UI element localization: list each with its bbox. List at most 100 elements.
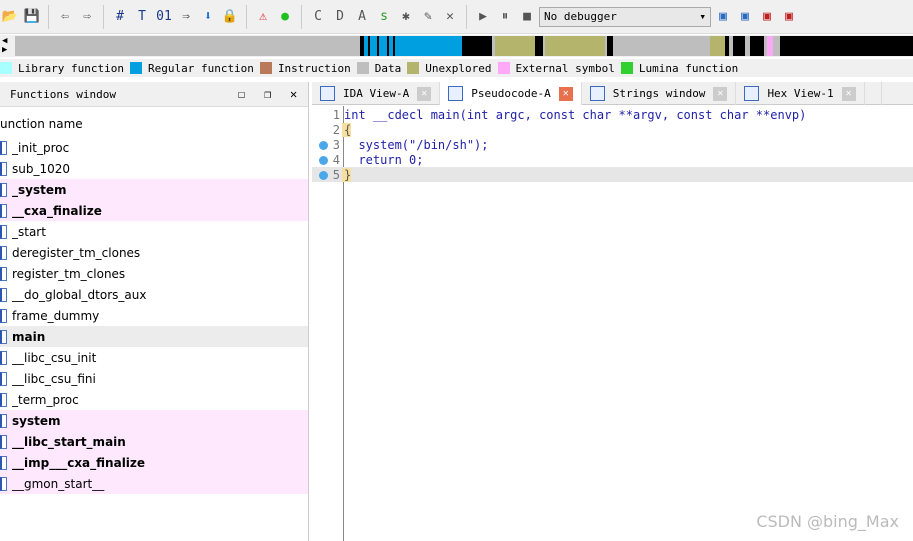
function-row[interactable]: system xyxy=(0,410,308,431)
function-row[interactable]: deregister_tm_clones xyxy=(0,242,308,263)
functions-window-header: Functions window ☐ ❐ ✕ xyxy=(0,82,308,107)
breakpoint-dot-icon[interactable] xyxy=(319,155,328,165)
breakpoint-dot-icon[interactable] xyxy=(319,170,328,180)
search-binary-icon[interactable]: 01 xyxy=(154,7,174,27)
debugger-select[interactable]: No debugger ▾ xyxy=(539,6,711,27)
code-text: int __cdecl main(int argc, const char **… xyxy=(344,107,807,122)
breakpoint-list-icon[interactable]: ▣ xyxy=(757,7,777,27)
pseudocode-view[interactable]: 1 int __cdecl main(int argc, const char *… xyxy=(312,106,913,541)
attach-icon[interactable]: ▣ xyxy=(713,7,733,27)
save-icon[interactable]: 💾 xyxy=(22,7,42,27)
code-line[interactable]: 2{ xyxy=(312,122,913,137)
green-circle-icon[interactable]: ● xyxy=(275,7,295,27)
function-icon xyxy=(0,392,7,407)
legend-swatch xyxy=(407,62,420,74)
tab-overflow[interactable] xyxy=(865,82,882,105)
back-icon[interactable]: ⇦ xyxy=(55,7,75,27)
legend-item: Library function xyxy=(0,62,124,75)
forward-icon[interactable]: ⇨ xyxy=(77,7,97,27)
function-icon xyxy=(0,413,7,428)
data-icon[interactable]: D xyxy=(330,7,350,27)
navigation-band[interactable]: ◀ ▶ xyxy=(0,35,913,57)
close-tab-icon[interactable]: ✕ xyxy=(558,86,573,101)
function-row[interactable]: __do_global_dtors_aux xyxy=(0,284,308,305)
function-row[interactable]: __libc_start_main xyxy=(0,431,308,452)
function-icon xyxy=(0,182,7,197)
nav-strip[interactable] xyxy=(15,36,913,56)
function-row[interactable]: frame_dummy xyxy=(0,305,308,326)
restore-icon[interactable]: ❐ xyxy=(264,87,271,101)
ascii-icon[interactable]: A xyxy=(352,7,372,27)
star-icon[interactable]: ✱ xyxy=(396,7,416,27)
warning-icon[interactable]: ⚠ xyxy=(253,7,273,27)
tab-label: Hex View-1 xyxy=(767,87,834,100)
tab-strings-window[interactable]: Strings window ✕ xyxy=(582,82,737,105)
string-icon[interactable]: s xyxy=(374,7,394,27)
function-row[interactable]: _start xyxy=(0,221,308,242)
function-name: sub_1020 xyxy=(12,161,71,176)
function-name: main xyxy=(12,329,46,344)
function-list: _init_proc sub_1020 _system __cxa_finalize _… xyxy=(0,137,308,494)
close-tab-icon[interactable]: ✕ xyxy=(417,86,432,101)
function-row[interactable]: __libc_csu_fini xyxy=(0,368,308,389)
function-row[interactable]: main xyxy=(0,326,308,347)
function-name: _term_proc xyxy=(12,392,79,407)
down-arrow-icon[interactable]: ⬇ xyxy=(198,7,218,27)
code-line[interactable]: 1 int __cdecl main(int argc, const char *… xyxy=(312,107,913,122)
function-icon xyxy=(0,203,7,218)
tab-ida-view-a[interactable]: IDA View-A ✕ xyxy=(312,82,441,105)
run-pseudocode-icon[interactable]: ▣ xyxy=(735,7,755,27)
function-row[interactable]: __gmon_start__ xyxy=(0,473,308,494)
add-breakpoint-icon[interactable]: ▣ xyxy=(779,7,799,27)
tab-pseudocode-a[interactable]: Pseudocode-A ✕ xyxy=(440,82,582,105)
tab-icon xyxy=(589,86,605,101)
legend-label: Library function xyxy=(18,61,124,75)
function-row[interactable]: register_tm_clones xyxy=(0,263,308,284)
toolbar-separator xyxy=(48,4,49,29)
function-row[interactable]: _init_proc xyxy=(0,137,308,158)
line-number-text: 5 xyxy=(332,167,340,182)
nav-segment xyxy=(767,36,773,56)
close-tab-icon[interactable]: ✕ xyxy=(713,86,728,101)
functions-window: Functions window ☐ ❐ ✕ unction name _ini… xyxy=(0,82,309,541)
lock-icon[interactable]: 🔒 xyxy=(220,7,240,27)
function-row[interactable]: _term_proc xyxy=(0,389,308,410)
nav-segment xyxy=(535,36,543,56)
watermark: CSDN @bing_Max xyxy=(756,512,899,531)
code-line[interactable]: 5} xyxy=(312,167,913,182)
function-icon xyxy=(0,161,7,176)
code-line[interactable]: 4 return 0; xyxy=(312,152,913,167)
code-line[interactable]: 3 system("/bin/sh"); xyxy=(312,137,913,152)
close-x-icon[interactable]: ✕ xyxy=(440,7,460,27)
function-row[interactable]: __libc_csu_init xyxy=(0,347,308,368)
stop-icon[interactable]: ■ xyxy=(517,7,537,27)
function-row[interactable]: __cxa_finalize xyxy=(0,200,308,221)
code-icon[interactable]: C xyxy=(308,7,328,27)
function-name: __imp___cxa_finalize xyxy=(12,455,146,470)
breakpoint-dot-icon[interactable] xyxy=(319,140,328,150)
search-text-icon[interactable]: T xyxy=(132,7,152,27)
nav-arrows-icon[interactable]: ◀ ▶ xyxy=(2,37,7,55)
close-icon[interactable]: ✕ xyxy=(290,87,297,101)
close-tab-icon[interactable]: ✕ xyxy=(841,86,856,101)
function-name: _start xyxy=(12,224,46,239)
function-row[interactable]: __imp___cxa_finalize xyxy=(0,452,308,473)
jump-icon[interactable]: ⇒ xyxy=(176,7,196,27)
tab-label: Strings window xyxy=(612,87,706,100)
nav-segment xyxy=(387,36,389,56)
function-row[interactable]: _system xyxy=(0,179,308,200)
function-name: __do_global_dtors_aux xyxy=(12,287,147,302)
legend-label: Instruction xyxy=(277,61,351,75)
maximize-icon[interactable]: ☐ xyxy=(238,87,245,101)
function-row[interactable]: sub_1020 xyxy=(0,158,308,179)
tab-hex-view-1[interactable]: Hex View-1 ✕ xyxy=(736,82,865,105)
column-header-function-name[interactable]: unction name xyxy=(0,111,308,137)
toolbar-separator xyxy=(301,4,302,29)
play-icon[interactable]: ▶ xyxy=(473,7,493,27)
edit-icon[interactable]: ✎ xyxy=(418,7,438,27)
function-name: _system xyxy=(12,182,67,197)
pause-icon[interactable]: ⏸ xyxy=(495,7,515,27)
search-hash-icon[interactable]: # xyxy=(110,7,130,27)
legend-label: External symbol xyxy=(515,61,615,75)
open-icon[interactable]: 📂 xyxy=(0,7,20,27)
